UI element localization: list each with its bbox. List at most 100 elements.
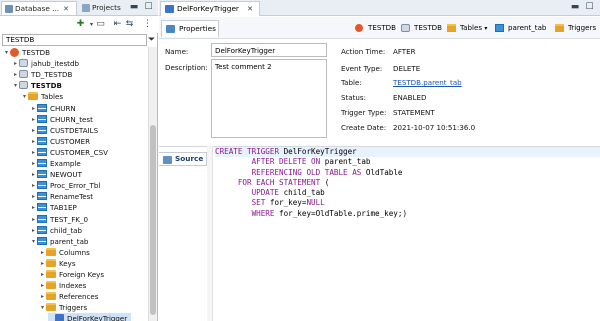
chevron-down-icon: ▾ xyxy=(484,25,488,32)
navigator-toolbar: ✚ ▾ ▭ ⇤ ⇆ ⋮ xyxy=(0,16,158,33)
tree-item[interactable]: ▸ Keys xyxy=(39,258,76,269)
folder-icon xyxy=(28,92,38,101)
tree-item-label: CUSTOMER xyxy=(50,136,91,146)
expand-arrow-icon[interactable]: ▾ xyxy=(39,302,46,313)
tree-item[interactable]: ▸ Indexes xyxy=(39,280,86,291)
name-field[interactable]: DelForKeyTrigger xyxy=(211,43,327,57)
tree-item[interactable]: ▾ parent_tab xyxy=(30,236,88,247)
collapse-arrow-icon[interactable]: ▸ xyxy=(39,269,46,280)
close-icon[interactable]: ✕ xyxy=(247,4,253,13)
collapse-arrow-icon[interactable]: ▸ xyxy=(30,103,37,114)
table-link[interactable]: TESTDB.parent_tab xyxy=(393,78,462,87)
tree-scrollbar[interactable] xyxy=(148,47,157,321)
collapse-arrow-icon[interactable]: ▸ xyxy=(30,147,37,158)
tree-item[interactable]: ▾ TESTDB xyxy=(3,47,50,58)
source-icon xyxy=(163,156,172,164)
tree-item[interactable]: ▸ Columns xyxy=(39,247,90,258)
maximize-icon[interactable]: ☐ xyxy=(143,2,154,13)
tab-database-navigator[interactable]: Database ... ✕ xyxy=(1,1,77,15)
tree-item[interactable]: ▾ Tables xyxy=(21,91,63,102)
minimize-icon[interactable]: ▬ xyxy=(569,2,581,13)
breadcrumb-connection[interactable]: TESTDB xyxy=(355,22,396,34)
view-menu-icon[interactable]: ⋮ xyxy=(142,19,153,30)
table-icon xyxy=(37,203,47,212)
expand-arrow-icon[interactable]: ▾ xyxy=(12,80,19,91)
action-time-label: Action Time: xyxy=(341,47,386,56)
editor-tab-delforkeytrigger[interactable]: DelForKeyTrigger ✕ xyxy=(160,1,261,16)
close-icon[interactable]: ✕ xyxy=(63,5,69,13)
tree-item[interactable]: DelForKeyTrigger xyxy=(48,313,132,321)
tree-item[interactable]: ▸ TEST_FK_0 xyxy=(30,214,88,225)
tree-item[interactable]: ▾ Triggers xyxy=(39,302,87,313)
collapse-all-icon[interactable]: ⇤ xyxy=(112,19,123,30)
new-connection-icon[interactable]: ✚ xyxy=(75,19,86,30)
collapse-arrow-icon[interactable]: ▸ xyxy=(30,169,37,180)
tree-item[interactable]: ▾ TESTDB xyxy=(12,80,62,91)
filter-icon[interactable]: ⏷ xyxy=(148,34,157,46)
table-icon xyxy=(495,24,504,32)
collapse-arrow-icon[interactable]: ▸ xyxy=(30,202,37,213)
tree-item[interactable]: ▸ child_tab xyxy=(30,225,82,236)
collapse-arrow-icon[interactable]: ▸ xyxy=(30,214,37,225)
link-editor-icon[interactable]: ⇆ xyxy=(124,19,135,30)
code-line: AFTER DELETE ON parent_tab xyxy=(251,157,371,167)
tree-item[interactable]: ▸ RenameTest xyxy=(30,191,93,202)
tree-item[interactable]: ▸ CHURN_test xyxy=(30,114,93,125)
collapse-arrow-icon[interactable]: ▸ xyxy=(30,125,37,136)
tab-projects[interactable]: Projects xyxy=(79,1,123,15)
table-icon xyxy=(37,125,47,134)
tree-item[interactable]: ▸ TAB1EP xyxy=(30,202,77,213)
expand-arrow-icon[interactable]: ▾ xyxy=(3,47,10,58)
tree-item[interactable]: ▸ jahub_itestdb xyxy=(12,58,79,69)
editor-panel: DelForKeyTrigger ✕ ▬ ☐ Properties TESTDB … xyxy=(159,0,600,321)
collapse-arrow-icon[interactable]: ▸ xyxy=(39,258,46,269)
maximize-icon[interactable]: ☐ xyxy=(584,2,595,13)
collapse-arrow-icon[interactable]: ▸ xyxy=(30,136,37,147)
sql-source-editor[interactable]: CREATE TRIGGER DelForKeyTrigger AFTER DE… xyxy=(215,147,600,219)
tree-item[interactable]: ▸ CUSTDETAILS xyxy=(30,125,98,136)
tree-item-label: TESTDB xyxy=(31,81,62,91)
new-folder-icon[interactable]: ▭ xyxy=(95,19,106,30)
tree-item[interactable]: ▸ CUSTOMER_CSV xyxy=(30,147,108,158)
tree-item[interactable]: ▸ TD_TESTDB xyxy=(12,69,72,80)
collapse-arrow-icon[interactable]: ▸ xyxy=(12,69,19,80)
expand-arrow-icon[interactable]: ▾ xyxy=(21,91,28,102)
table-icon xyxy=(37,192,47,201)
tab-properties[interactable]: Properties xyxy=(161,20,219,37)
breadcrumb-tables[interactable]: Tables ▾ xyxy=(447,22,487,34)
code-line: SET for_key=NULL xyxy=(251,198,325,208)
tree-item[interactable]: ▸ Proc_Error_Tbl xyxy=(30,180,100,191)
collapse-arrow-icon[interactable]: ▸ xyxy=(39,291,46,302)
filter-input[interactable]: TESTDB xyxy=(2,34,147,46)
collapse-arrow-icon[interactable]: ▸ xyxy=(12,58,19,69)
tree-item[interactable]: ▸ Example xyxy=(30,158,81,169)
expand-arrow-icon[interactable]: ▾ xyxy=(30,236,37,247)
breadcrumb-label: parent_tab xyxy=(508,23,547,32)
trigger-properties-form: Name: DelForKeyTrigger Description: Test… xyxy=(159,40,600,144)
description-field[interactable]: Test comment 2 xyxy=(211,59,327,138)
tree-item-label: DelForKeyTrigger xyxy=(67,314,128,321)
collapse-arrow-icon[interactable]: ▸ xyxy=(39,247,46,258)
tab-source[interactable]: Source xyxy=(159,152,207,166)
collapse-arrow-icon[interactable]: ▸ xyxy=(30,225,37,236)
tree-item[interactable]: ▸ CUSTOMER xyxy=(30,136,90,147)
tab-label: Projects xyxy=(92,3,121,12)
collapse-arrow-icon[interactable]: ▸ xyxy=(30,191,37,202)
tab-label: Source xyxy=(175,154,204,163)
scrollbar-thumb[interactable] xyxy=(150,125,156,315)
tree-item[interactable]: ▸ CHURN xyxy=(30,103,76,114)
tree-item-label: Foreign Keys xyxy=(59,270,105,279)
folder-icon xyxy=(555,24,564,32)
collapse-arrow-icon[interactable]: ▸ xyxy=(30,114,37,125)
tree-item[interactable]: ▸ References xyxy=(39,291,98,302)
connection-icon xyxy=(10,47,19,57)
tree-item[interactable]: ▸ NEWOUT xyxy=(30,169,82,180)
breadcrumb-triggers[interactable]: Triggers xyxy=(555,22,596,34)
minimize-icon[interactable]: ▬ xyxy=(128,2,140,13)
breadcrumb-parent-tab[interactable]: parent_tab xyxy=(495,22,546,34)
tree-item[interactable]: ▸ Foreign Keys xyxy=(39,269,104,280)
collapse-arrow-icon[interactable]: ▸ xyxy=(39,280,46,291)
collapse-arrow-icon[interactable]: ▸ xyxy=(30,180,37,191)
breadcrumb-database[interactable]: TESTDB xyxy=(401,22,442,34)
collapse-arrow-icon[interactable]: ▸ xyxy=(30,158,37,169)
